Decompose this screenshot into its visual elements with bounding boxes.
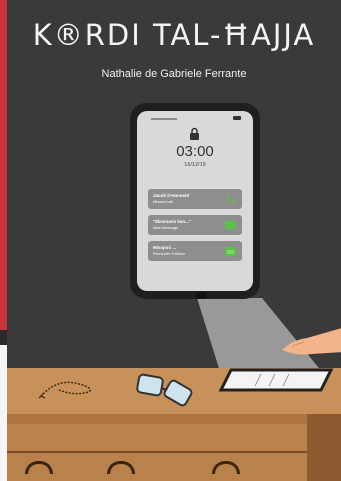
- battery-icon: [233, 116, 241, 120]
- phone-illustration: 03:00 16/12/19 Jacob il-Hanneid Missed c…: [130, 103, 260, 299]
- desk-edge: [7, 414, 307, 424]
- desk-side: [307, 414, 341, 481]
- tablet-illustration: [218, 368, 334, 392]
- adjacent-book-spine: [0, 0, 7, 481]
- speaker-slot: [151, 118, 177, 120]
- message-icon: [225, 221, 236, 229]
- lock-icon: [190, 127, 199, 140]
- hand-illustration: [282, 328, 341, 355]
- glasses-illustration: [136, 373, 193, 407]
- notification-title: "Ilkomunis ken...": [153, 219, 192, 224]
- notification-detail: Missed call: [153, 199, 173, 204]
- home-button: [195, 292, 207, 299]
- drawer-divider: [7, 451, 307, 453]
- notification-detail: Reminder 9:00am: [153, 251, 185, 256]
- lock-screen-date: 16/12/19: [184, 162, 206, 168]
- notification-message: "Ilkomunis ken..." New Message: [148, 215, 242, 235]
- notification-title: Jacob il-Hanneid: [153, 193, 190, 198]
- notification-title: Missjoni ...: [153, 245, 177, 250]
- calendar-icon: [225, 247, 236, 256]
- notification-reminder: Missjoni ... Reminder 9:00am: [148, 241, 242, 261]
- notification-detail: New Message: [153, 225, 179, 230]
- book-cover: K®RDI TAL-ĦAJJA Nathalie de Gabriele Fer…: [7, 0, 341, 481]
- rosary-illustration: [39, 381, 91, 399]
- book-author: Nathalie de Gabriele Ferrante: [101, 68, 247, 80]
- phone-icon: [227, 195, 235, 203]
- lock-screen-time: 03:00: [176, 143, 214, 160]
- phone-screen: 03:00 16/12/19 Jacob il-Hanneid Missed c…: [137, 111, 253, 299]
- book-title: K®RDI TAL-ĦAJJA: [32, 18, 316, 52]
- notification-missed-call: Jacob il-Hanneid Missed call: [148, 189, 242, 209]
